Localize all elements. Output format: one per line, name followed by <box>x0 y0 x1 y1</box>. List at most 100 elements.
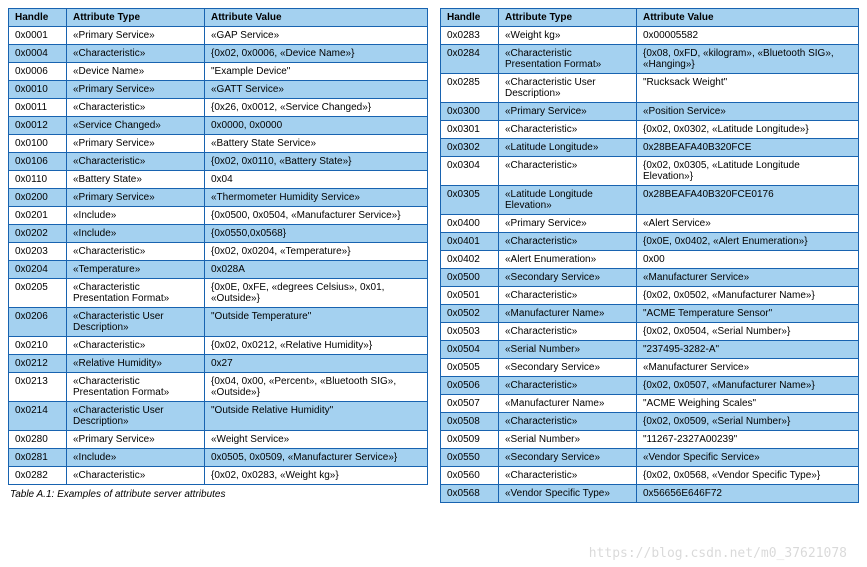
cell-type: «Latitude Longitude» <box>499 139 637 157</box>
cell-value: {0x26, 0x0012, «Service Changed»} <box>205 99 428 117</box>
table-row: 0x0304«Characteristic»{0x02, 0x0305, «La… <box>441 157 859 186</box>
cell-type: «Characteristic Presentation Format» <box>67 373 205 402</box>
cell-handle: 0x0210 <box>9 337 67 355</box>
cell-handle: 0x0214 <box>9 402 67 431</box>
cell-value: {0x02, 0x0568, «Vendor Specific Type»} <box>637 467 859 485</box>
cell-handle: 0x0100 <box>9 135 67 153</box>
cell-value: {0x02, 0x0507, «Manufacturer Name»} <box>637 377 859 395</box>
table-row: 0x0281«Include»0x0505, 0x0509, «Manufact… <box>9 449 428 467</box>
cell-value: 0x28BEAFA40B320FCE0176 <box>637 186 859 215</box>
table-row: 0x0507«Manufacturer Name»"ACME Weighing … <box>441 395 859 413</box>
cell-value: {0x02, 0x0502, «Manufacturer Name»} <box>637 287 859 305</box>
col-handle: Handle <box>9 9 67 27</box>
table-header-row: Handle Attribute Type Attribute Value <box>441 9 859 27</box>
cell-value: {0x02, 0x0302, «Latitude Longitude»} <box>637 121 859 139</box>
cell-handle: 0x0401 <box>441 233 499 251</box>
table-row: 0x0200«Primary Service»«Thermometer Humi… <box>9 189 428 207</box>
cell-handle: 0x0204 <box>9 261 67 279</box>
cell-handle: 0x0280 <box>9 431 67 449</box>
cell-type: «Characteristic User Description» <box>499 74 637 103</box>
cell-handle: 0x0213 <box>9 373 67 402</box>
cell-value: {0x02, 0x0212, «Relative Humidity»} <box>205 337 428 355</box>
table-row: 0x0204«Temperature»0x028A <box>9 261 428 279</box>
cell-handle: 0x0110 <box>9 171 67 189</box>
table-row: 0x0206«Characteristic User Description»"… <box>9 308 428 337</box>
cell-value: 0x028A <box>205 261 428 279</box>
table-caption: Table A.1: Examples of attribute server … <box>8 485 428 500</box>
cell-type: «Characteristic» <box>499 233 637 251</box>
col-handle: Handle <box>441 9 499 27</box>
table-row: 0x0110«Battery State»0x04 <box>9 171 428 189</box>
cell-type: «Characteristic User Description» <box>67 402 205 431</box>
table-row: 0x0509«Serial Number»"11267-2327A00239" <box>441 431 859 449</box>
col-value: Attribute Value <box>637 9 859 27</box>
cell-type: «Weight kg» <box>499 27 637 45</box>
cell-handle: 0x0550 <box>441 449 499 467</box>
cell-handle: 0x0509 <box>441 431 499 449</box>
table-row: 0x0402«Alert Enumeration»0x00 <box>441 251 859 269</box>
cell-type: «Characteristic» <box>67 467 205 485</box>
table-row: 0x0001«Primary Service»«GAP Service» <box>9 27 428 45</box>
cell-value: 0x0505, 0x0509, «Manufacturer Service»} <box>205 449 428 467</box>
cell-value: «Manufacturer Service» <box>637 269 859 287</box>
table-row: 0x0282«Characteristic»{0x02, 0x0283, «We… <box>9 467 428 485</box>
table-row: 0x0283«Weight kg»0x00005582 <box>441 27 859 45</box>
table-row: 0x0504«Serial Number»"237495-3282-A" <box>441 341 859 359</box>
cell-handle: 0x0501 <box>441 287 499 305</box>
cell-type: «Characteristic Presentation Format» <box>67 279 205 308</box>
cell-value: 0x04 <box>205 171 428 189</box>
table-row: 0x0012«Service Changed»0x0000, 0x0000 <box>9 117 428 135</box>
cell-value: 0x28BEAFA40B320FCE <box>637 139 859 157</box>
table-row: 0x0004«Characteristic»{0x02, 0x0006, «De… <box>9 45 428 63</box>
cell-handle: 0x0205 <box>9 279 67 308</box>
table-row: 0x0285«Characteristic User Description»"… <box>441 74 859 103</box>
cell-value: «Battery State Service» <box>205 135 428 153</box>
cell-type: «Relative Humidity» <box>67 355 205 373</box>
table-row: 0x0503«Characteristic»{0x02, 0x0504, «Se… <box>441 323 859 341</box>
table-row: 0x0205«Characteristic Presentation Forma… <box>9 279 428 308</box>
table-row: 0x0501«Characteristic»{0x02, 0x0502, «Ma… <box>441 287 859 305</box>
cell-type: «Characteristic» <box>67 153 205 171</box>
table-row: 0x0305«Latitude Longitude Elevation»0x28… <box>441 186 859 215</box>
cell-value: {0x0E, 0xFE, «degrees Celsius», 0x01, «O… <box>205 279 428 308</box>
cell-value: «Position Service» <box>637 103 859 121</box>
cell-type: «Device Name» <box>67 63 205 81</box>
cell-type: «Characteristic» <box>499 467 637 485</box>
cell-handle: 0x0202 <box>9 225 67 243</box>
cell-value: "Rucksack Weight" <box>637 74 859 103</box>
cell-value: {0x08, 0xFD, «kilogram», «Bluetooth SIG»… <box>637 45 859 74</box>
cell-type: «Secondary Service» <box>499 359 637 377</box>
cell-value: «Manufacturer Service» <box>637 359 859 377</box>
table-row: 0x0302«Latitude Longitude»0x28BEAFA40B32… <box>441 139 859 157</box>
cell-type: «Temperature» <box>67 261 205 279</box>
cell-value: «Alert Service» <box>637 215 859 233</box>
cell-type: «Service Changed» <box>67 117 205 135</box>
cell-handle: 0x0560 <box>441 467 499 485</box>
cell-type: «Latitude Longitude Elevation» <box>499 186 637 215</box>
cell-type: «Primary Service» <box>67 135 205 153</box>
cell-type: «Serial Number» <box>499 431 637 449</box>
table-row: 0x0201«Include»{0x0500, 0x0504, «Manufac… <box>9 207 428 225</box>
cell-value: «Thermometer Humidity Service» <box>205 189 428 207</box>
cell-handle: 0x0304 <box>441 157 499 186</box>
cell-handle: 0x0004 <box>9 45 67 63</box>
cell-type: «Vendor Specific Type» <box>499 485 637 503</box>
cell-handle: 0x0506 <box>441 377 499 395</box>
cell-value: {0x02, 0x0504, «Serial Number»} <box>637 323 859 341</box>
table-row: 0x0010«Primary Service»«GATT Service» <box>9 81 428 99</box>
cell-value: {0x0550,0x0568} <box>205 225 428 243</box>
col-type: Attribute Type <box>499 9 637 27</box>
cell-type: «Primary Service» <box>67 189 205 207</box>
cell-type: «Characteristic» <box>499 287 637 305</box>
table-row: 0x0505«Secondary Service»«Manufacturer S… <box>441 359 859 377</box>
cell-handle: 0x0284 <box>441 45 499 74</box>
table-row: 0x0401«Characteristic»{0x0E, 0x0402, «Al… <box>441 233 859 251</box>
table-row: 0x0100«Primary Service»«Battery State Se… <box>9 135 428 153</box>
cell-type: «Characteristic» <box>499 121 637 139</box>
cell-type: «Primary Service» <box>67 431 205 449</box>
cell-type: «Secondary Service» <box>499 449 637 467</box>
col-type: Attribute Type <box>67 9 205 27</box>
cell-type: «Primary Service» <box>499 215 637 233</box>
cell-value: "ACME Weighing Scales" <box>637 395 859 413</box>
cell-handle: 0x0001 <box>9 27 67 45</box>
